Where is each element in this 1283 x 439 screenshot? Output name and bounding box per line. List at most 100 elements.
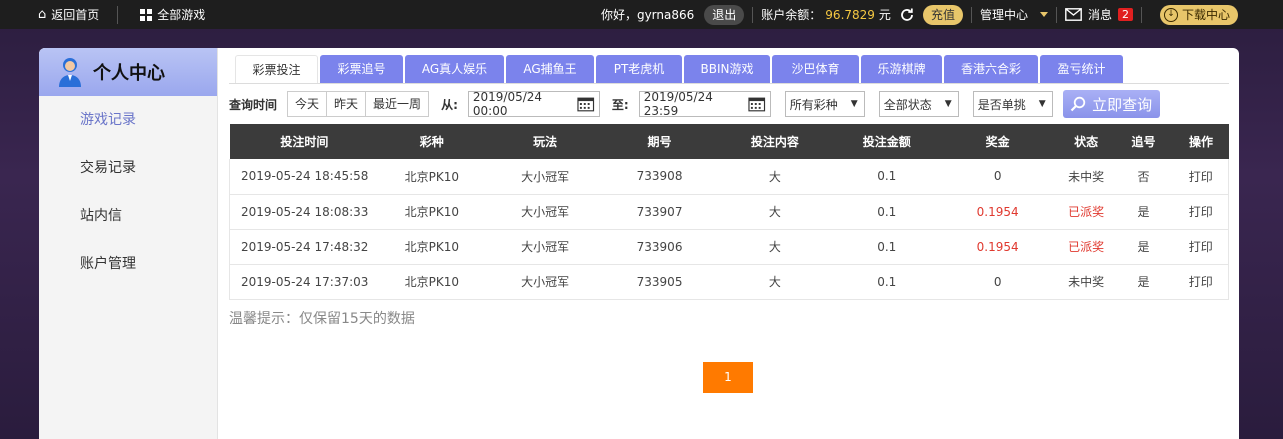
table-cell: 733906 <box>606 229 713 265</box>
column-header: 投注时间 <box>229 124 380 159</box>
table-cell: 已派奖 <box>1058 194 1114 230</box>
table-cell: 0.1 <box>836 159 937 195</box>
home-link[interactable]: ⌂ 返回首页 <box>38 6 99 23</box>
column-header: 彩种 <box>379 124 485 159</box>
table-cell: 0.1 <box>836 194 937 230</box>
recharge-button[interactable]: 充值 <box>922 4 963 25</box>
manage-center-menu[interactable]: 管理中心 <box>980 6 1048 23</box>
print-link[interactable]: 打印 <box>1173 264 1230 300</box>
table-cell: 大 <box>713 194 837 230</box>
dropdown-arrow-icon: ▼ <box>1038 99 1046 109</box>
dropdown-arrow-icon: ▼ <box>850 99 858 109</box>
from-date-input[interactable]: 2019/05/24 00:00 <box>467 90 600 118</box>
table-row: 2019-05-24 18:08:33 北京PK10 大小冠军 733907 大 0.1 0… <box>229 194 1230 230</box>
column-header: 投注内容 <box>713 124 837 159</box>
divider <box>970 6 972 23</box>
table-cell: 否 <box>1113 159 1174 195</box>
table-cell: 是 <box>1113 264 1174 300</box>
tab-bbin-games[interactable]: BBIN游戏 <box>684 55 770 84</box>
user-avatar-icon <box>59 58 81 87</box>
print-link[interactable]: 打印 <box>1173 194 1230 230</box>
download-center-button[interactable]: ↓ 下载中心 <box>1159 4 1238 25</box>
dropdown-arrow-icon: ▼ <box>944 99 952 109</box>
tab-lottery-chase[interactable]: 彩票追号 <box>320 55 403 84</box>
table-cell: 733907 <box>606 194 713 230</box>
tab-ag-fishing[interactable]: AG捕鱼王 <box>506 55 594 84</box>
content-area: 彩票投注 彩票追号 AG真人娱乐 AG捕鱼王 PT老虎机 BBIN游戏 沙巴体育… <box>229 48 1239 439</box>
chevron-down-icon <box>1039 12 1048 17</box>
to-date-input[interactable]: 2019/05/24 23:59 <box>638 90 771 118</box>
print-link[interactable]: 打印 <box>1173 229 1230 265</box>
column-header: 奖金 <box>936 124 1059 159</box>
query-time-label: 查询时间 <box>229 97 278 112</box>
status-select[interactable]: 全部状态 ▼ <box>878 91 959 117</box>
tab-pt-slots[interactable]: PT老虎机 <box>596 55 682 84</box>
divider <box>117 5 119 24</box>
table-cell: 大 <box>713 159 837 195</box>
single-pick-value: 是否单挑 <box>977 97 1026 112</box>
table-cell: 733908 <box>606 159 713 195</box>
last-week-button[interactable]: 最近一周 <box>366 92 428 116</box>
retention-tip: 温馨提示：仅保留15天的数据 <box>229 311 415 327</box>
query-button[interactable]: 立即查询 <box>1062 90 1160 118</box>
table-cell: 2019-05-24 18:08:33 <box>229 194 380 230</box>
yesterday-button[interactable]: 昨天 <box>327 92 367 116</box>
page-button-1[interactable]: 1 <box>703 362 753 393</box>
calendar-icon <box>577 97 595 112</box>
balance-label: 账户余额： <box>761 8 822 22</box>
table-row: 2019-05-24 17:48:32 北京PK10 大小冠军 733906 大 0.1 0… <box>229 229 1230 265</box>
home-label: 返回首页 <box>51 8 100 22</box>
logout-button[interactable]: 退出 <box>704 4 745 25</box>
table-cell: 北京PK10 <box>379 159 485 195</box>
tab-saba-sports[interactable]: 沙巴体育 <box>772 55 859 84</box>
table-cell: 0 <box>936 264 1059 300</box>
tab-lottery-bets[interactable]: 彩票投注 <box>235 55 318 84</box>
single-pick-select[interactable]: 是否单挑 ▼ <box>972 91 1053 117</box>
tab-hk-mark-six[interactable]: 香港六合彩 <box>944 55 1038 84</box>
print-link[interactable]: 打印 <box>1173 159 1230 195</box>
messages-link[interactable]: 消息 2 <box>1065 6 1133 23</box>
sidebar-header: 个人中心 <box>39 48 217 96</box>
status-value: 全部状态 <box>883 97 932 112</box>
quick-date-group: 今天 昨天 最近一周 <box>287 91 430 117</box>
search-icon <box>1070 96 1086 112</box>
lottery-type-value: 所有彩种 <box>789 97 838 112</box>
column-header: 操作 <box>1173 124 1229 159</box>
download-icon: ↓ <box>1163 7 1178 22</box>
sidebar-item-account[interactable]: 账户管理 <box>39 254 217 302</box>
tab-leyou-cards[interactable]: 乐游棋牌 <box>861 55 942 84</box>
table-cell: 北京PK10 <box>379 264 485 300</box>
sidebar-item-inbox[interactable]: 站内信 <box>39 206 217 254</box>
refresh-icon[interactable] <box>899 7 915 23</box>
table-cell: 大 <box>713 264 837 300</box>
table-cell: 已派奖 <box>1058 229 1114 265</box>
sidebar-item-transactions[interactable]: 交易记录 <box>39 158 217 206</box>
divider <box>1055 6 1057 23</box>
table-cell: 0 <box>936 159 1059 195</box>
all-games-link[interactable]: 全部游戏 <box>140 6 205 23</box>
table-cell: 0.1954 <box>936 194 1059 230</box>
to-label: 至: <box>611 97 629 112</box>
sidebar-item-game-records[interactable]: 游戏记录 <box>39 110 217 158</box>
table-cell: 是 <box>1113 229 1174 265</box>
filter-bar: 查询时间 今天 昨天 最近一周 从: 2019/05/24 00:00 至: 2… <box>229 90 1229 118</box>
message-count-badge: 2 <box>1117 8 1133 21</box>
tab-ag-live[interactable]: AG真人娱乐 <box>405 55 504 84</box>
today-button[interactable]: 今天 <box>288 92 328 116</box>
column-header: 投注金额 <box>836 124 937 159</box>
table-cell: 未中奖 <box>1058 159 1114 195</box>
table-cell: 大小冠军 <box>484 194 607 230</box>
lottery-type-select[interactable]: 所有彩种 ▼ <box>784 91 865 117</box>
table-cell: 大小冠军 <box>484 264 607 300</box>
table-cell: 733905 <box>606 264 713 300</box>
to-date-value: 2019/05/24 23:59 <box>643 90 713 118</box>
grid-icon <box>140 8 153 21</box>
download-label: 下载中心 <box>1181 8 1230 22</box>
from-label: 从: <box>441 97 458 112</box>
table-cell: 北京PK10 <box>379 194 485 230</box>
tab-profit-loss[interactable]: 盈亏统计 <box>1040 55 1123 84</box>
messages-label: 消息 <box>1087 8 1112 22</box>
column-header: 玩法 <box>484 124 607 159</box>
all-games-label: 全部游戏 <box>157 8 206 22</box>
sidebar-menu: 游戏记录 交易记录 站内信 账户管理 <box>39 96 217 302</box>
